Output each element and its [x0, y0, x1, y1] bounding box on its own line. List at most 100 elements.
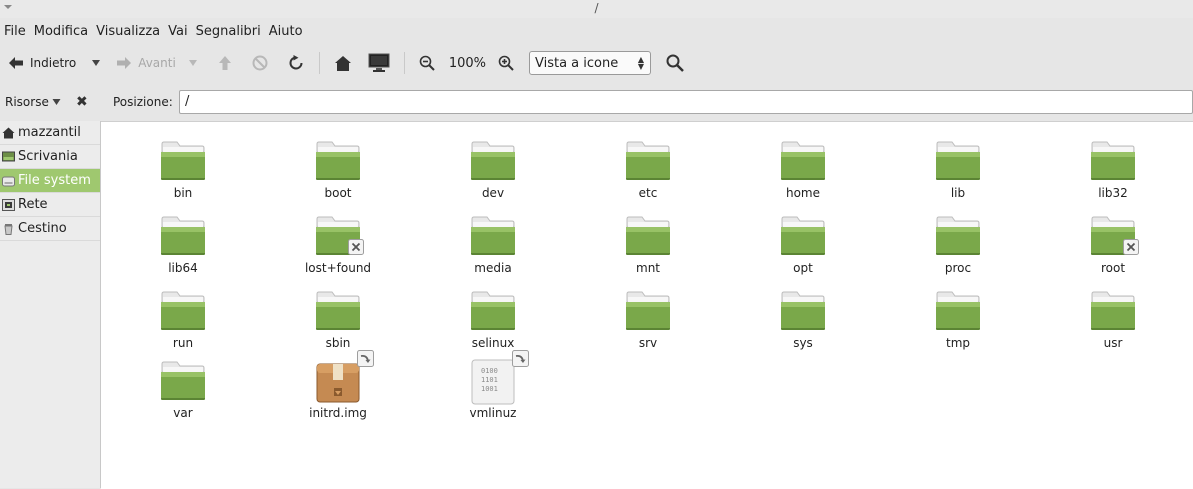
symlink-emblem-icon [512, 350, 529, 367]
folder-icon [934, 288, 982, 336]
menu-segnalibri[interactable]: Segnalibri [196, 24, 261, 39]
menu-file[interactable]: File [4, 24, 26, 39]
toolbar-separator [403, 52, 405, 74]
file-item[interactable]: mnt [588, 213, 708, 275]
computer-icon[interactable] [368, 53, 390, 73]
folder-icon [779, 138, 827, 186]
file-item[interactable]: sbin [278, 288, 398, 350]
file-item[interactable]: selinux [433, 288, 553, 350]
view-mode-value: Vista a icone [534, 55, 619, 71]
file-view: bin boot dev etc home lib lib32 lib64 lo… [101, 121, 1193, 489]
folder-icon [624, 288, 672, 336]
package-icon [314, 350, 374, 406]
file-item[interactable]: dev [433, 138, 553, 200]
file-item[interactable]: usr [1053, 288, 1173, 350]
file-item[interactable]: srv [588, 288, 708, 350]
file-item[interactable]: sys [743, 288, 863, 350]
zoom-in-icon[interactable] [498, 55, 514, 71]
menu-vai[interactable]: Vai [168, 24, 187, 39]
file-item[interactable]: var [123, 358, 243, 420]
file-item[interactable]: home [743, 138, 863, 200]
file-item[interactable]: root [1053, 213, 1173, 275]
file-item[interactable]: 0100 1101 1001 vmlinuz [433, 350, 553, 420]
trash-icon [2, 222, 15, 235]
view-mode-select[interactable]: Vista a icone ▲ ▼ [528, 51, 651, 75]
file-item[interactable]: opt [743, 213, 863, 275]
sidebar-item-label: File system [18, 173, 91, 188]
window-title: / [594, 1, 599, 15]
locked-emblem-icon [348, 239, 364, 255]
forward-button[interactable]: Avanti [116, 56, 176, 70]
sidebar-selector[interactable]: Risorse [5, 95, 61, 109]
file-name: sbin [325, 336, 351, 350]
zoom-out-icon[interactable] [419, 55, 435, 71]
file-name: vmlinuz [469, 406, 517, 420]
file-name: proc [944, 261, 972, 275]
folder-icon [934, 213, 982, 261]
menu-bar: File Modifica Visualizza Vai Segnalibri … [0, 20, 1193, 42]
symlink-emblem-icon [357, 350, 374, 367]
locked-emblem-icon [1123, 239, 1139, 255]
file-item[interactable]: tmp [898, 288, 1018, 350]
home-icon[interactable] [334, 55, 352, 72]
file-item[interactable]: boot [278, 138, 398, 200]
file-item[interactable]: etc [588, 138, 708, 200]
file-item[interactable]: lost+found [278, 213, 398, 275]
back-button[interactable]: Indietro [8, 56, 76, 70]
file-item[interactable]: run [123, 288, 243, 350]
search-icon[interactable] [666, 54, 684, 72]
menu-aiuto[interactable]: Aiuto [269, 24, 303, 39]
folder-icon [469, 288, 517, 336]
forward-history-dropdown-icon[interactable] [188, 59, 198, 67]
chevron-down-icon [52, 99, 61, 105]
close-sidebar-icon[interactable]: ✖ [76, 94, 88, 110]
toolbar-separator [318, 52, 320, 74]
file-item[interactable]: lib32 [1053, 138, 1173, 200]
menu-modifica[interactable]: Modifica [34, 24, 88, 39]
menu-visualizza[interactable]: Visualizza [96, 24, 160, 39]
folder-icon [159, 288, 207, 336]
file-item[interactable]: lib [898, 138, 1018, 200]
forward-label: Avanti [138, 56, 176, 70]
folder-icon [469, 138, 517, 186]
folder-icon [314, 288, 362, 336]
back-history-dropdown-icon[interactable] [91, 59, 101, 67]
sidebar-item-label: Rete [18, 197, 48, 212]
location-bar: Risorse ✖ Posizione: / [0, 87, 1193, 119]
file-name: selinux [471, 336, 515, 350]
file-name: lib64 [168, 261, 198, 275]
sidebar-item-rete[interactable]: Rete [0, 193, 100, 217]
location-label: Posizione: [113, 95, 173, 109]
sidebar-item-file-system[interactable]: File system [0, 169, 100, 193]
sidebar-item-cestino[interactable]: Cestino [0, 217, 100, 241]
folder-icon [1089, 213, 1139, 261]
file-item[interactable]: initrd.img [278, 350, 398, 420]
file-item[interactable]: bin [123, 138, 243, 200]
binary-file-icon: 0100 1101 1001 [469, 350, 529, 406]
location-input[interactable]: / [179, 90, 1193, 114]
file-name: lib32 [1098, 186, 1128, 200]
sidebar-item-mazzantil[interactable]: mazzantil [0, 121, 100, 145]
folder-icon [314, 138, 362, 186]
folder-icon [159, 213, 207, 261]
stop-icon[interactable] [252, 55, 268, 71]
folder-icon [624, 138, 672, 186]
file-item[interactable]: media [433, 213, 553, 275]
binary-icon-text: 0100 [481, 367, 498, 375]
file-item[interactable]: lib64 [123, 213, 243, 275]
title-bar: / [0, 0, 1193, 18]
file-name: boot [324, 186, 352, 200]
file-name: usr [1103, 336, 1123, 350]
file-item[interactable]: proc [898, 213, 1018, 275]
home-icon [2, 126, 15, 139]
file-name: initrd.img [309, 406, 367, 420]
reload-icon[interactable] [288, 55, 305, 71]
file-name: media [474, 261, 512, 275]
arrow-up-icon[interactable] [218, 55, 232, 71]
file-name: tmp [945, 336, 970, 350]
network-icon [2, 198, 15, 211]
folder-icon [1089, 288, 1137, 336]
file-name: etc [638, 186, 658, 200]
sidebar-item-scrivania[interactable]: Scrivania [0, 145, 100, 169]
file-name: sys [793, 336, 813, 350]
